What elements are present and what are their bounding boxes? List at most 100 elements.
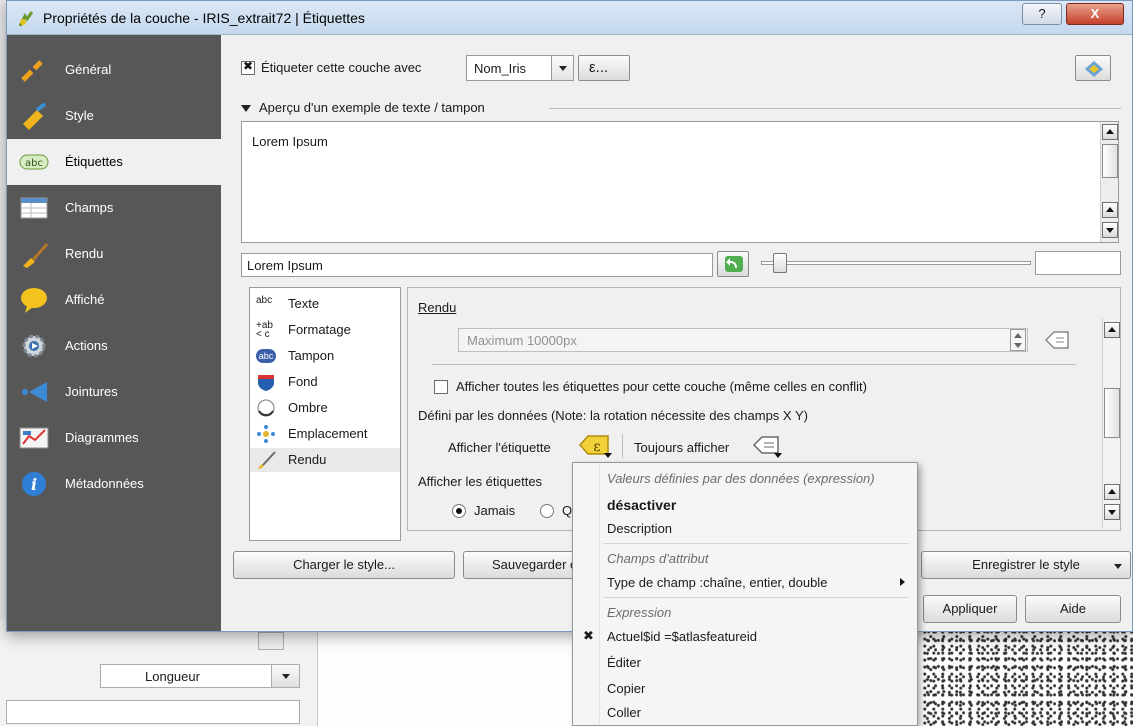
scroll-down-button[interactable] [1102,222,1118,238]
rendering-section-title: Rendu [418,300,457,315]
list-item-formatting[interactable]: +ab < c Formatage [250,318,400,342]
label-layer-text: Étiqueter cette couche avec [261,60,422,75]
menu-item-deactivate[interactable]: désactiver [573,493,917,517]
help-button[interactable]: Aide [1025,595,1121,623]
list-item-buffer[interactable]: abc Tampon [250,344,400,368]
sidebar-item-fields[interactable]: Champs [7,185,221,231]
group-scrollbar[interactable] [1102,318,1120,528]
sidebar-item-style[interactable]: Style [7,93,221,139]
preview-scrollbar[interactable] [1100,122,1118,242]
menu-item-edit[interactable]: Éditer [573,651,917,675]
always-show-override-icon[interactable] [752,434,784,458]
svg-text:i: i [31,475,37,494]
scroll-thumb[interactable] [1102,144,1118,178]
list-item-label: Ombre [288,400,328,415]
list-item-rendering[interactable]: Rendu [250,448,400,472]
sidebar-item-actions[interactable]: Actions [7,323,221,369]
save-as-style-button[interactable]: Enregistrer le style [921,551,1131,579]
text-abc-icon: abc [256,295,273,306]
map-raster-render [923,630,1133,726]
scroll-down-button[interactable] [1104,504,1120,520]
spin-down-icon [1014,343,1022,348]
background-input[interactable] [6,700,300,724]
show-all-labels-text: Afficher toutes les étiquettes pour cett… [456,379,867,394]
radio-never[interactable] [452,504,466,518]
menu-header-attribute-fields: Champs d'attribut [573,547,917,571]
background-app-area: Longueur [0,620,1133,726]
scroll-thumb[interactable] [1104,388,1120,438]
background-color-swatch[interactable] [1035,251,1121,275]
menu-item-copy[interactable]: Copier [573,677,917,701]
list-item-label: Formatage [288,322,351,337]
sidebar-item-joins[interactable]: Jointures [7,369,221,415]
save-as-style-label: Enregistrer le style [972,557,1080,572]
info-icon: i [22,472,46,496]
scroll-up-button[interactable] [1104,484,1120,500]
submenu-arrow-icon [900,578,905,586]
chevron-down-icon[interactable] [551,56,573,80]
list-item-label: Emplacement [288,426,368,441]
sidebar-item-diagrams[interactable]: Diagrammes [7,415,221,461]
data-defined-override-icon[interactable] [1044,330,1070,350]
menu-item-current-expression[interactable]: ✖ Actuel$id =$atlasfeatureid [573,625,917,649]
label-field-combo[interactable]: Nom_Iris [466,55,574,81]
label-category-list: abc Texte +ab < c Formatage abc Tampon Fo… [249,287,401,541]
load-style-button[interactable]: Charger le style... [233,551,455,579]
scroll-up-button[interactable] [1102,202,1118,218]
apply-button[interactable]: Appliquer [923,595,1017,623]
chevron-down-icon[interactable] [271,665,299,687]
menu-item-label: Description [607,521,673,536]
section-divider [549,108,1121,109]
background-small-button[interactable] [258,632,284,650]
always-show-text: Toujours afficher [634,440,730,455]
show-all-labels-checkbox[interactable] [434,380,448,394]
data-defined-expression-icon[interactable]: ε [578,433,614,459]
list-item-background[interactable]: Fond [250,370,400,394]
list-item-label: Fond [288,374,318,389]
sidebar-item-rendering[interactable]: Rendu [7,231,221,277]
zoom-slider-track[interactable] [761,261,1031,265]
max-size-spinner[interactable] [1010,329,1026,351]
sidebar-item-label: Style [65,108,94,123]
scroll-up-button[interactable] [1104,322,1120,338]
list-item-label: Texte [288,296,320,311]
undo-arrow-icon [725,256,743,272]
reset-sample-button[interactable] [717,251,749,277]
label-field-value: Nom_Iris [474,61,527,76]
zoom-slider-handle[interactable] [773,253,787,273]
show-label-text: Afficher l'étiquette [448,440,551,455]
sidebar-item-label: Diagrammes [65,430,139,445]
menu-item-field-type[interactable]: Type de champ :chaîne, entier, double [573,571,917,595]
style-brush-icon [23,102,47,130]
settings-layers-button[interactable] [1075,55,1111,81]
radio-other[interactable] [540,504,554,518]
radio-never-label: Jamais [474,503,516,518]
scroll-up-button[interactable] [1102,124,1118,140]
properties-sidebar: Général Style abc Étiquettes Champs Rend… [7,35,221,631]
expression-button[interactable]: ε... [578,55,630,81]
title-bar: Propriétés de la couche - IRIS_extrait72… [7,1,1132,35]
sample-text-input[interactable]: Lorem Ipsum [241,253,713,277]
sidebar-item-labels[interactable]: abc Étiquettes [7,139,221,185]
help-title-button[interactable]: ? [1022,3,1062,25]
label-layer-checkbox[interactable] [241,59,255,75]
menu-separator [603,597,909,598]
sidebar-item-general[interactable]: Général [7,47,221,93]
menu-header-expression: Expression [573,601,917,625]
close-button[interactable]: X [1066,3,1124,25]
list-item-shadow[interactable]: Ombre [250,396,400,420]
list-item-text[interactable]: abc Texte [250,292,400,316]
background-length-combo[interactable]: Longueur [100,664,300,688]
collapse-triangle-icon[interactable] [241,105,251,112]
data-defined-note: Défini par les données (Note: la rotatio… [418,408,808,423]
layers-diamond-icon [1085,61,1103,77]
sidebar-item-label: Actions [65,338,108,353]
list-item-placement[interactable]: Emplacement [250,422,400,446]
menu-item-description[interactable]: Description [573,517,917,541]
sidebar-item-metadata[interactable]: i Métadonnées [7,461,221,507]
menu-header-text: Expression [607,605,672,620]
sidebar-item-label: Métadonnées [65,476,144,491]
menu-item-paste[interactable]: Coller [573,701,917,725]
sidebar-item-display[interactable]: Affiché [7,277,221,323]
menu-item-label: Éditer [607,655,641,670]
